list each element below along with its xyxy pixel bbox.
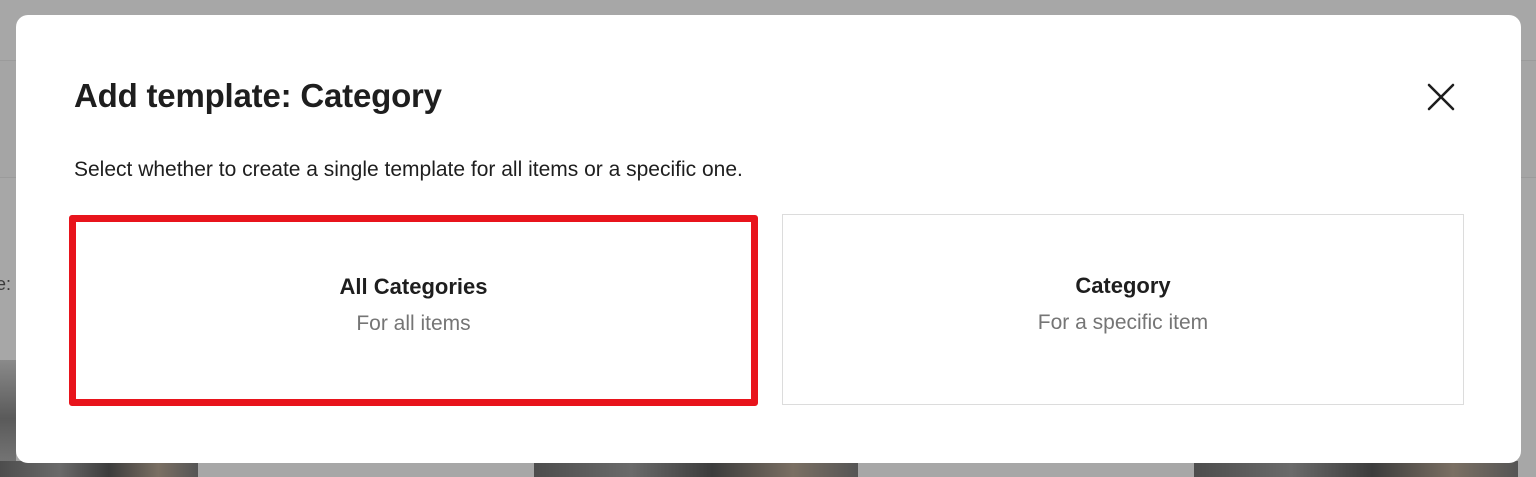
- option-single-category[interactable]: Category For a specific item: [782, 214, 1464, 405]
- modal-description: Select whether to create a single templa…: [74, 158, 743, 181]
- option-title: Category: [1075, 272, 1171, 298]
- background-thumbnail: [534, 461, 858, 477]
- background-image-fragment: [0, 360, 16, 477]
- modal-title: Add template: Category: [74, 77, 442, 114]
- background-thumbnail: [0, 461, 198, 477]
- background-label-fragment: e:: [0, 274, 12, 294]
- close-button[interactable]: [1421, 77, 1461, 117]
- close-icon: [1427, 83, 1455, 111]
- option-subtitle: For all items: [356, 311, 471, 335]
- background-thumbnail: [1194, 461, 1518, 477]
- option-subtitle: For a specific item: [1037, 310, 1209, 334]
- option-all-categories[interactable]: All Categories For all items: [69, 215, 758, 406]
- add-template-modal: Add template: Category Select whether to…: [16, 15, 1521, 463]
- option-title: All Categories: [339, 273, 488, 299]
